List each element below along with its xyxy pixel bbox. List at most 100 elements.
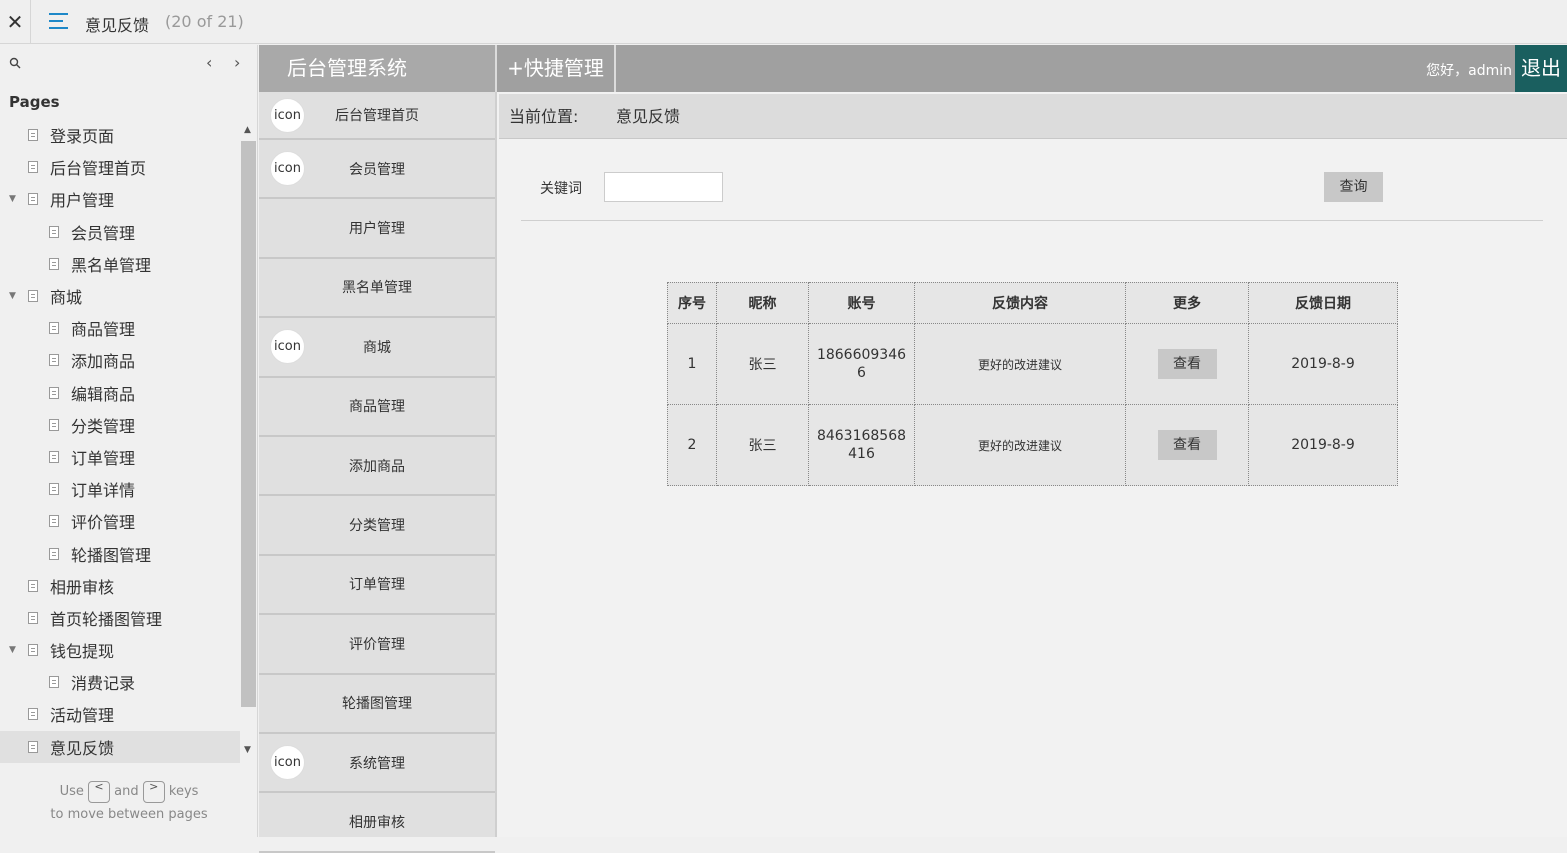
breadcrumb-current: 意见反馈 xyxy=(616,107,681,126)
breadcrumb: 当前位置: 意见反馈 xyxy=(499,94,1567,139)
side-menu-label: 添加商品 xyxy=(349,458,405,475)
feedback-table: 序号 昵称 账号 反馈内容 更多 反馈日期 1 张三 18666093466 更… xyxy=(667,282,1398,486)
view-button[interactable]: 查看 xyxy=(1157,430,1217,460)
page-tree-label: 商城 xyxy=(50,288,83,308)
page-tree-item[interactable]: 意见反馈 xyxy=(0,730,240,763)
side-menu-label: 黑名单管理 xyxy=(342,280,412,297)
cell-content: 更好的改进建议 xyxy=(914,404,1126,486)
side-menu-label: 分类管理 xyxy=(349,518,405,535)
divider xyxy=(521,220,1543,221)
page-tree-item[interactable]: 订单详情 xyxy=(0,473,240,505)
page-tree-item[interactable]: 后台管理首页 xyxy=(0,151,240,183)
keyboard-hint: Use < and > keys to move between pages xyxy=(0,780,258,826)
page-icon xyxy=(49,450,59,463)
hint-text: and xyxy=(114,784,139,799)
side-menu-item[interactable]: icon 系统管理 xyxy=(259,734,495,794)
page-tree-item[interactable]: 消费记录 xyxy=(0,666,240,698)
side-menu-item[interactable]: 商品管理 xyxy=(259,378,495,437)
cell-content: 更好的改进建议 xyxy=(914,323,1126,405)
column-header: 反馈内容 xyxy=(914,282,1126,324)
page-icon xyxy=(49,354,59,367)
cell-nickname: 张三 xyxy=(716,323,809,405)
page-tree-label: 意见反馈 xyxy=(50,738,115,758)
page-count: (20 of 21) xyxy=(165,12,244,31)
side-menu-label: 轮播图管理 xyxy=(342,696,412,713)
chevron-right-icon[interactable]: › xyxy=(234,53,240,72)
cell-date: 2019-8-9 xyxy=(1248,323,1398,405)
side-menu-item[interactable]: 分类管理 xyxy=(259,496,495,556)
page-tree-item[interactable]: 黑名单管理 xyxy=(0,248,240,280)
view-button[interactable]: 查看 xyxy=(1157,349,1217,379)
side-menu-label: 相册审核 xyxy=(349,814,405,831)
cell-action: 查看 xyxy=(1125,323,1249,405)
page-icon xyxy=(28,644,38,657)
page-tree-item[interactable]: 分类管理 xyxy=(0,409,240,441)
side-menu-item[interactable]: 订单管理 xyxy=(259,556,495,616)
page-tree-label: 轮播图管理 xyxy=(71,545,152,565)
side-menu-item[interactable]: 用户管理 xyxy=(259,199,495,259)
page-tree-item[interactable]: 活动管理 xyxy=(0,698,240,730)
side-menu-item[interactable]: 添加商品 xyxy=(259,437,495,497)
page-tree-item[interactable]: 编辑商品 xyxy=(0,377,240,409)
close-icon[interactable]: ✕ xyxy=(0,0,31,44)
expand-caret-icon[interactable]: ▼ xyxy=(9,194,19,204)
scroll-up-icon[interactable]: ▲ xyxy=(244,125,251,135)
expand-caret-icon[interactable]: ▼ xyxy=(9,291,19,301)
pages-heading: Pages xyxy=(9,93,60,111)
page-tree-item[interactable]: 轮播图管理 xyxy=(0,537,240,569)
page-tree-item[interactable]: 商品管理 xyxy=(0,312,240,344)
hint-text: to move between pages xyxy=(50,807,208,822)
page-icon xyxy=(49,676,59,689)
page-tree-item[interactable]: 订单管理 xyxy=(0,441,240,473)
chevron-left-icon[interactable]: ‹ xyxy=(206,53,212,72)
page-icon xyxy=(49,418,59,431)
greeting-text: 您好，admin xyxy=(1426,63,1512,79)
side-menu-item[interactable]: 黑名单管理 xyxy=(259,259,495,319)
table-row: 1 张三 18666093466 更好的改进建议 查看 2019-8-9 xyxy=(667,323,1398,405)
page-tree-item[interactable]: 登录页面 xyxy=(0,119,240,151)
page-tree-label: 添加商品 xyxy=(71,352,136,372)
side-menu-item[interactable]: icon 商城 xyxy=(259,318,495,378)
page-tree-item[interactable]: 首页轮播图管理 xyxy=(0,602,240,634)
page-icon xyxy=(49,515,59,528)
page-tree-label: 商品管理 xyxy=(71,320,136,340)
search-icon[interactable] xyxy=(9,57,21,69)
page-tree-item[interactable]: ▼ 用户管理 xyxy=(0,183,240,215)
keyword-input[interactable] xyxy=(604,172,723,202)
scroll-down-icon[interactable]: ▼ xyxy=(244,745,251,755)
scrollbar-thumb[interactable] xyxy=(241,141,256,707)
hamburger-menu-icon[interactable] xyxy=(49,13,68,29)
cell-date: 2019-8-9 xyxy=(1248,404,1398,486)
page-tree-item[interactable]: 相册审核 xyxy=(0,570,240,602)
side-menu-item[interactable]: 相册审核 xyxy=(259,793,495,853)
page-tree-item[interactable]: 添加商品 xyxy=(0,344,240,376)
query-button[interactable]: 查询 xyxy=(1324,172,1383,202)
column-header: 更多 xyxy=(1125,282,1249,324)
page-icon xyxy=(28,129,38,142)
menu-icon: icon xyxy=(270,745,305,781)
page-icon xyxy=(28,290,38,303)
page-tree-label: 后台管理首页 xyxy=(50,159,147,179)
quick-manage-button[interactable]: +快捷管理 xyxy=(497,45,616,92)
side-menu-item[interactable]: icon 会员管理 xyxy=(259,140,495,200)
side-menu-item[interactable]: 轮播图管理 xyxy=(259,675,495,734)
page-tree-label: 订单管理 xyxy=(71,448,136,468)
logout-button[interactable]: 退出 xyxy=(1515,45,1567,92)
table-header-row: 序号 昵称 账号 反馈内容 更多 反馈日期 xyxy=(667,282,1398,324)
page-title: 意见反馈 xyxy=(85,16,150,35)
system-title: 后台管理系统 xyxy=(259,45,497,92)
page-tree-label: 登录页面 xyxy=(50,127,115,147)
prev-key-icon: < xyxy=(88,780,110,803)
page-tree-item[interactable]: 评价管理 xyxy=(0,505,240,537)
expand-caret-icon[interactable]: ▼ xyxy=(9,645,19,655)
page-tree-item[interactable]: 会员管理 xyxy=(0,216,240,248)
side-menu-item[interactable]: icon 后台管理首页 xyxy=(259,92,495,140)
keyword-label: 关键词 xyxy=(540,181,582,197)
page-tree-label: 首页轮播图管理 xyxy=(50,609,163,629)
page-tree-item[interactable]: ▼ 商城 xyxy=(0,280,240,312)
side-menu-item[interactable]: 评价管理 xyxy=(259,615,495,675)
page-tree-label: 消费记录 xyxy=(71,674,136,694)
page-tree-item[interactable]: ▼ 钱包提现 xyxy=(0,634,240,666)
cell-id: 1 xyxy=(667,323,717,405)
page-icon xyxy=(28,193,38,206)
